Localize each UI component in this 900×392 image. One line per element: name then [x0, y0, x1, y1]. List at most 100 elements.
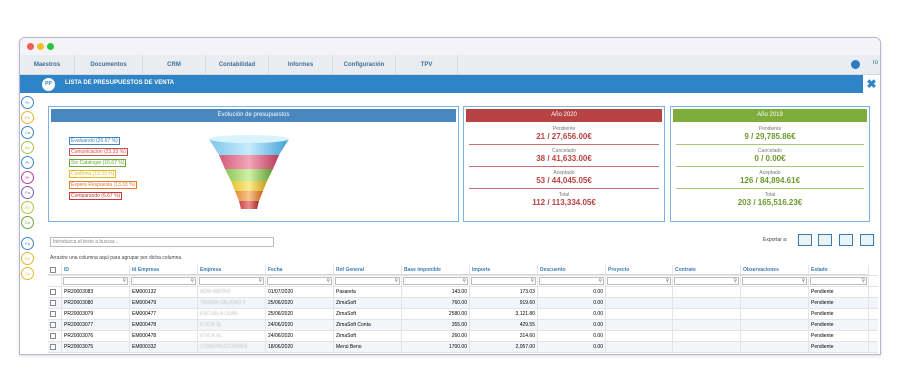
search-input[interactable]: Introduzca el texto a buscar... — [50, 237, 274, 247]
table-cell: EM000477 — [130, 309, 198, 319]
rail-button[interactable]: Pr — [21, 171, 34, 184]
user-icon[interactable] — [851, 60, 860, 69]
table-cell: 314.60 — [470, 331, 538, 341]
table-cell — [673, 331, 741, 341]
filter-input[interactable] — [131, 276, 196, 286]
menu-tpv[interactable]: TPV — [396, 55, 458, 75]
stat-value: 112 / 113,334.05€ — [532, 198, 596, 207]
row-checkbox[interactable] — [50, 311, 56, 317]
table-cell: 01/07/2020 — [266, 287, 334, 297]
rail-button[interactable]: Ac — [21, 141, 34, 154]
row-checkbox[interactable] — [50, 322, 56, 328]
col-base-imponible[interactable]: Base imponible — [402, 265, 470, 275]
table-row[interactable]: PR20003076 EM000478 ETICA SL 24/06/2020 Zima… — [48, 331, 878, 342]
table-row[interactable]: PR20003083 EM000132 ADM MATRIX 01/07/2020 Pa… — [48, 287, 878, 298]
stat-count: 38 — [536, 154, 546, 163]
menu-crm[interactable]: CRM — [143, 55, 206, 75]
maximize-window-dot[interactable] — [47, 43, 54, 50]
table-cell — [606, 298, 673, 308]
menu-maestros[interactable]: Maestros — [20, 55, 75, 75]
col-contrato[interactable]: Contrato — [673, 265, 741, 275]
legend-item: Sin Catalogar (16.67 %) — [69, 159, 127, 167]
col-ref-general[interactable]: Ref General — [334, 265, 402, 275]
menu-informes[interactable]: Informes — [269, 55, 333, 75]
filter-input[interactable] — [403, 276, 468, 286]
table-cell: 0.00 — [538, 342, 606, 352]
table-row[interactable]: PR20003080 EM000479 TIENDA CALIDAD Y 25/06/… — [48, 298, 878, 309]
col-importe[interactable]: Importe — [470, 265, 538, 275]
export-xlsx-icon[interactable] — [818, 234, 832, 246]
table-row[interactable]: PR20003079 EM000477 ESCUELA LEAN 25/06/2020… — [48, 309, 878, 320]
filter-input[interactable] — [607, 276, 671, 286]
row-checkbox-cell[interactable] — [48, 309, 62, 319]
col-descuento[interactable]: Descuento — [538, 265, 606, 275]
rail-button[interactable]: Pr — [21, 96, 34, 109]
row-checkbox[interactable] — [50, 289, 56, 295]
col-empresa[interactable]: Empresa — [198, 265, 266, 275]
table-cell: 0.00 — [538, 331, 606, 341]
rail-button[interactable]: Ca — [21, 126, 34, 139]
row-checkbox-cell[interactable] — [48, 298, 62, 308]
col-fecha[interactable]: Fecha — [266, 265, 334, 275]
filter-input[interactable] — [539, 276, 604, 286]
table-cell: Menú Beno — [334, 342, 402, 352]
filter-input[interactable] — [674, 276, 739, 286]
title-bar — [20, 38, 880, 55]
rail-button[interactable]: Pe — [21, 111, 34, 124]
row-checkbox[interactable] — [50, 333, 56, 339]
rail-button[interactable]: Co — [21, 267, 34, 280]
close-icon[interactable]: ✖ — [863, 75, 880, 93]
stat-value: 126 / 84,894.61€ — [739, 176, 801, 185]
filter-input[interactable] — [742, 276, 807, 286]
left-toolbar: Pr Pe Ca Ac Pr Pr Fa Ev Co Fa Ex Co — [21, 96, 36, 282]
table-row[interactable]: PR20003077 EM000478 ETICA SL 24/06/2020 Zima… — [48, 320, 878, 331]
filter-row — [48, 276, 878, 287]
col-proyecto[interactable]: Proyecto — [606, 265, 673, 275]
export-csv-icon[interactable] — [860, 234, 874, 246]
col-id-empresa[interactable]: Id Empresa — [130, 265, 198, 275]
select-all-cell[interactable] — [48, 265, 62, 275]
col-observaciones[interactable]: Observaciones — [741, 265, 809, 275]
filter-input[interactable] — [335, 276, 400, 286]
table-cell: ESCUELA LEAN — [198, 309, 266, 319]
filter-input[interactable] — [267, 276, 332, 286]
rail-button[interactable]: Pr — [21, 156, 34, 169]
menu-documentos[interactable]: Documentos — [75, 55, 143, 75]
export-pdf-icon[interactable] — [839, 234, 853, 246]
menu-contabilidad[interactable]: Contabilidad — [206, 55, 269, 75]
menu-configuracion[interactable]: Configuración — [333, 55, 396, 75]
rail-button[interactable]: Fa — [21, 237, 34, 250]
row-checkbox-cell[interactable] — [48, 342, 62, 352]
rail-button[interactable]: Ex — [21, 252, 34, 265]
col-estado[interactable]: Estado — [809, 265, 869, 275]
legend-item: Comunicacion (23.33 %) — [69, 148, 128, 156]
row-checkbox[interactable] — [50, 344, 56, 350]
row-checkbox-cell[interactable] — [48, 331, 62, 341]
col-id[interactable]: ID — [62, 265, 130, 275]
table-row[interactable]: PR20003075 EM000332 CONSTRUCCIONES 18/06/20… — [48, 342, 878, 353]
filter-cell — [334, 276, 402, 286]
filter-input[interactable] — [471, 276, 536, 286]
filter-input[interactable] — [63, 276, 128, 286]
export-excel-icon[interactable] — [798, 234, 812, 246]
filter-input[interactable] — [810, 276, 867, 286]
rail-button[interactable]: Ev — [21, 201, 34, 214]
row-checkbox[interactable] — [50, 300, 56, 306]
rail-button[interactable]: Co — [21, 216, 34, 229]
select-all-checkbox[interactable] — [50, 267, 56, 273]
minimize-window-dot[interactable] — [37, 43, 44, 50]
filter-input[interactable] — [199, 276, 264, 286]
legend-item: Confirma (13.33 %) — [69, 170, 117, 178]
row-checkbox-cell[interactable] — [48, 320, 62, 330]
table-cell: 0.00 — [538, 298, 606, 308]
table-cell: ZimaSoft — [334, 309, 402, 319]
table-cell: 25/06/2020 — [266, 309, 334, 319]
user-name[interactable]: ro — [873, 60, 878, 66]
close-window-dot[interactable] — [27, 43, 34, 50]
table-cell: 143.00 — [402, 287, 470, 297]
row-checkbox-cell[interactable] — [48, 287, 62, 297]
stat-amount: 41,633.00€ — [551, 154, 592, 163]
table-cell: 1700.00 — [402, 342, 470, 352]
stat-count: 9 — [744, 132, 749, 141]
rail-button[interactable]: Fa — [21, 186, 34, 199]
